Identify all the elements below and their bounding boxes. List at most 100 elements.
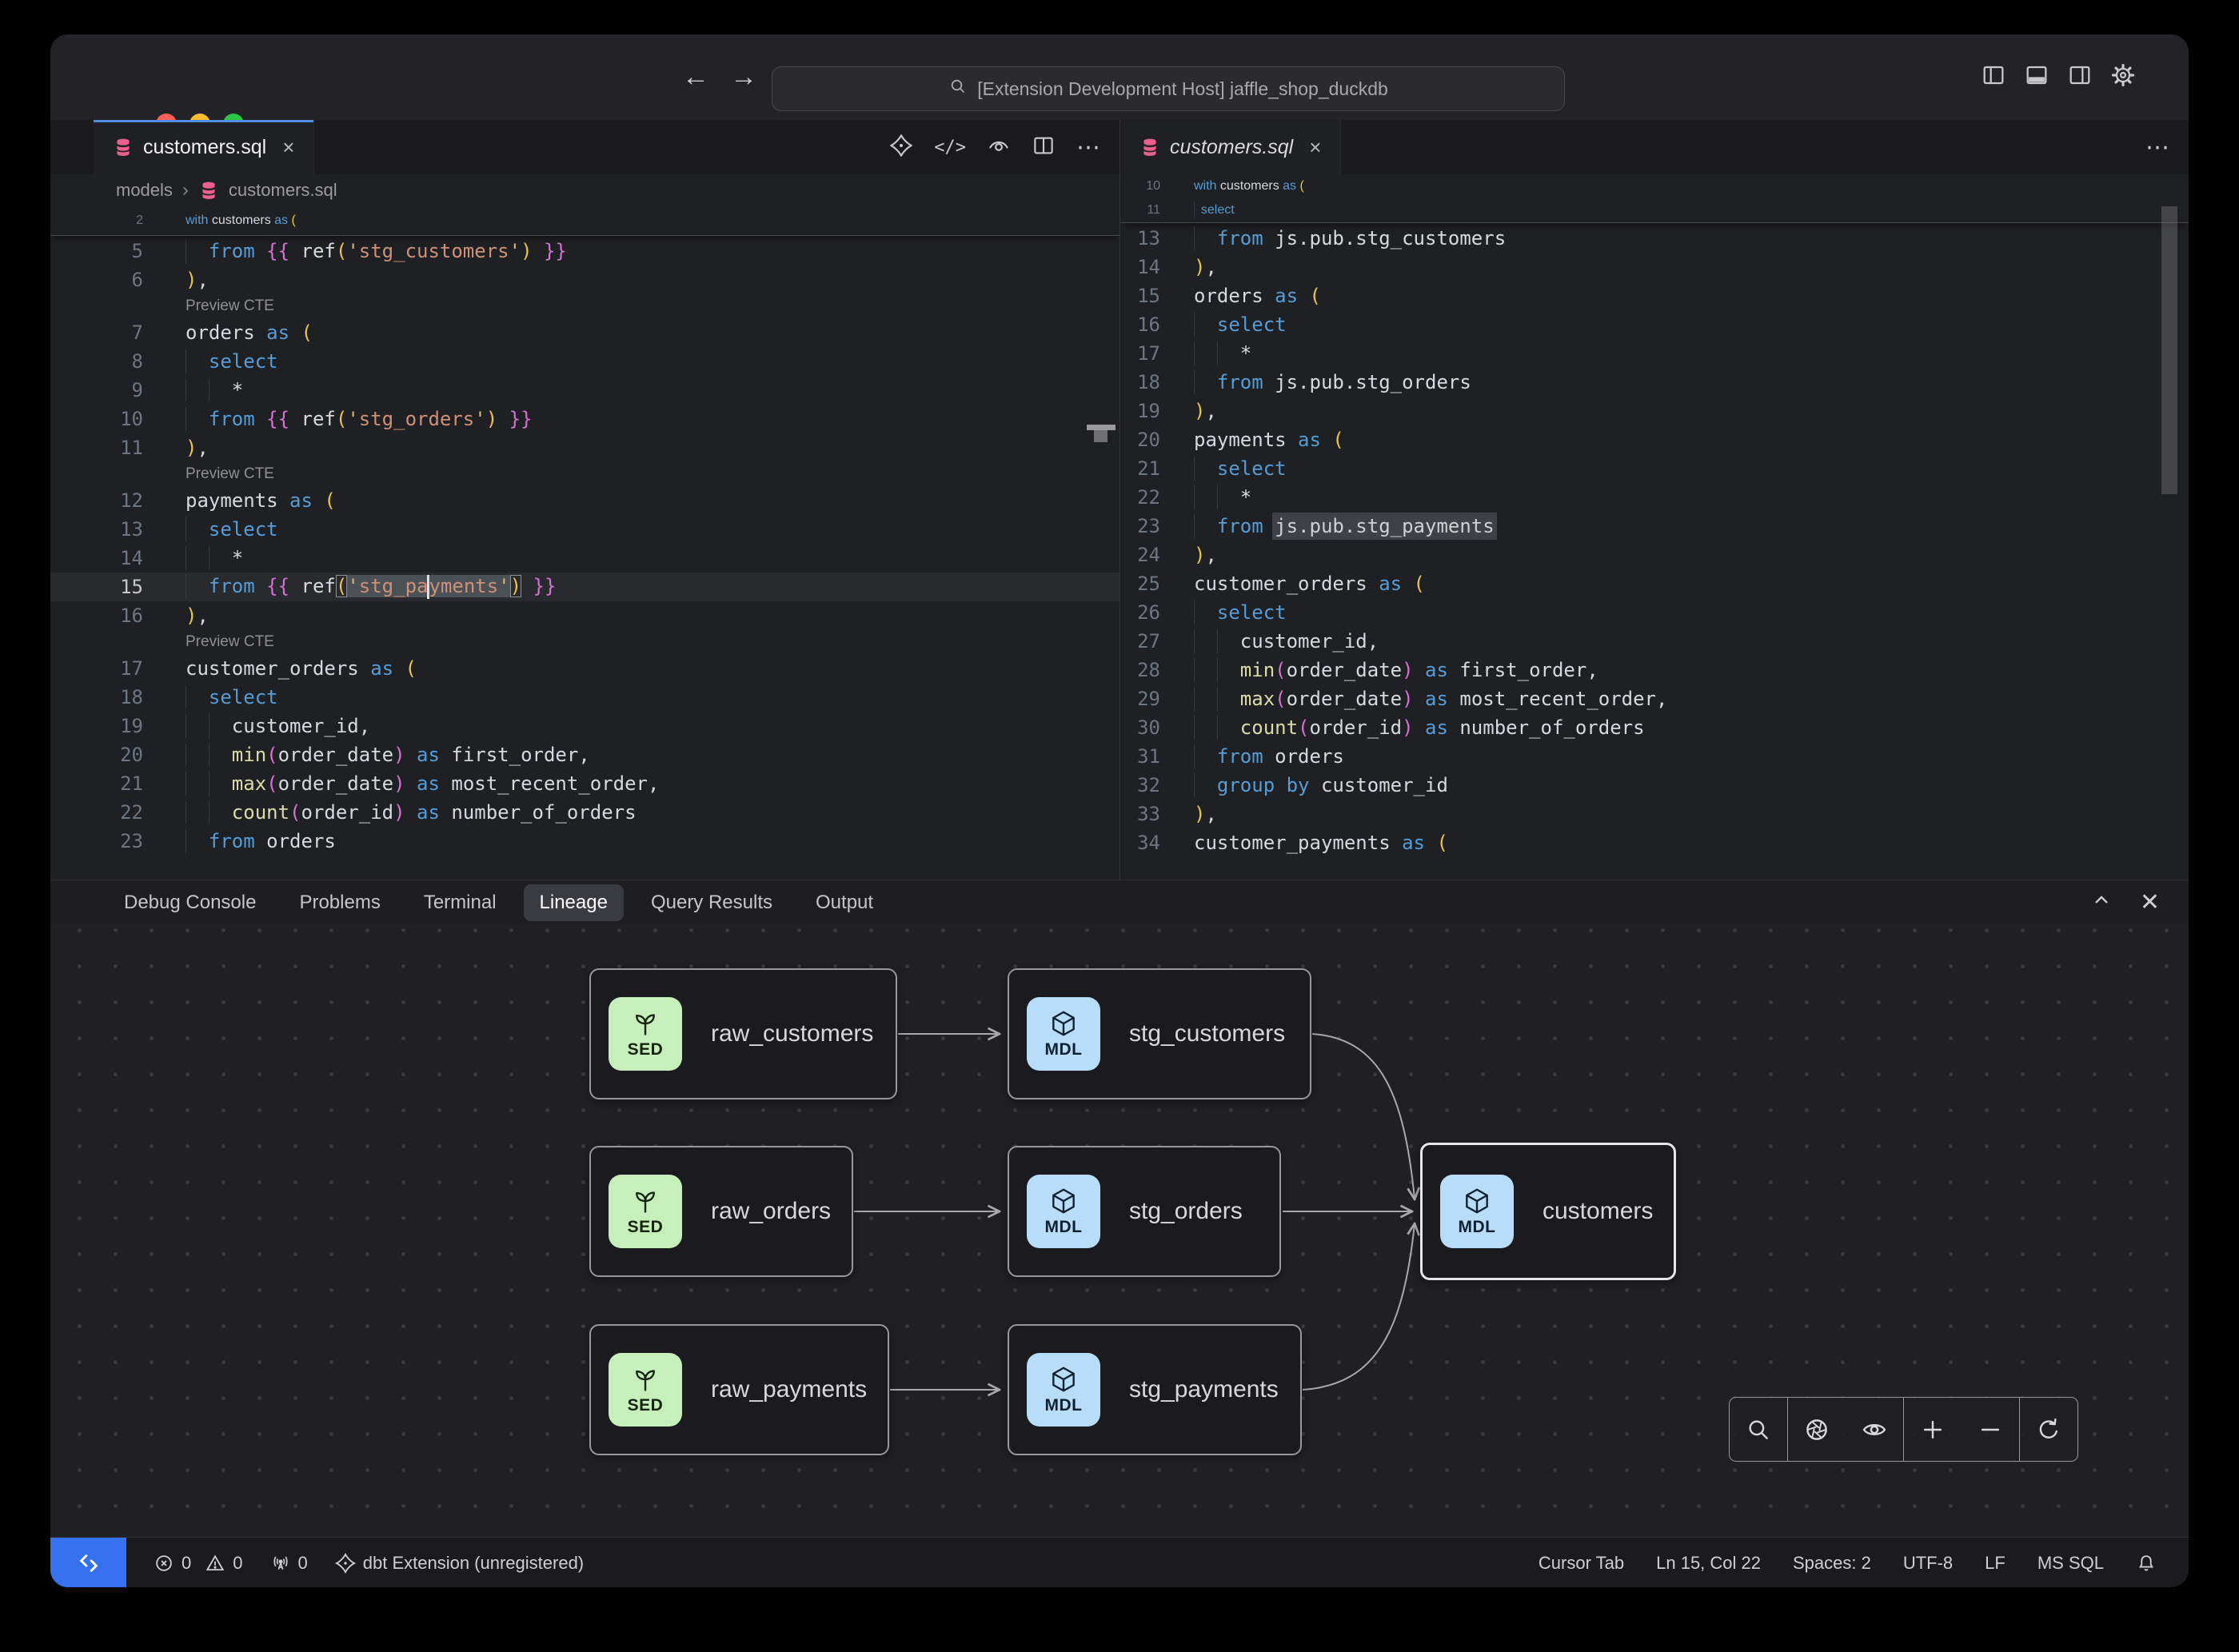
search-button[interactable] [1730, 1399, 1787, 1460]
split-editor-icon[interactable] [1032, 134, 1056, 162]
code-line[interactable]: 34customer_payments as ( [1120, 828, 2189, 857]
code-line[interactable]: 16 select [1120, 310, 2189, 339]
code-line[interactable]: 19 customer_id, [50, 712, 1120, 740]
code-line[interactable]: 17 * [1120, 339, 2189, 368]
ports-status[interactable]: 0 [270, 1553, 308, 1574]
indentation-status[interactable]: Spaces: 2 [1793, 1553, 1871, 1574]
code-line[interactable]: 14), [1120, 253, 2189, 281]
panel-tab-lineage[interactable]: Lineage [524, 884, 624, 921]
code-line[interactable]: 22 * [1120, 483, 2189, 512]
layout-panel-bottom-icon[interactable] [2024, 62, 2049, 92]
code-line[interactable]: 19), [1120, 397, 2189, 425]
preview-eye-icon[interactable] [987, 134, 1011, 162]
code-line[interactable]: 29 max(order_date) as most_recent_order, [1120, 684, 2189, 713]
close-tab-icon[interactable]: × [282, 135, 294, 160]
toggle-visibility-button[interactable] [1846, 1399, 1903, 1460]
code-line[interactable]: 15 from {{ ref('stg_payments') }} [50, 573, 1120, 601]
code-line[interactable]: 5 from {{ ref('stg_customers') }} [50, 237, 1120, 265]
code-line[interactable]: 8 select [50, 347, 1120, 376]
command-center[interactable]: [Extension Development Host] jaffle_shop… [772, 66, 1565, 111]
dbt-extension-status[interactable]: dbt Extension (unregistered) [335, 1553, 584, 1574]
cursor-position-status[interactable]: Ln 15, Col 22 [1656, 1553, 1761, 1574]
sticky-scroll[interactable]: 10with customers as (11 select [1120, 174, 2189, 223]
code-line[interactable]: 17customer_orders as ( [50, 654, 1120, 683]
code-line[interactable]: 20payments as ( [1120, 425, 2189, 454]
code-editor[interactable]: 13 from js.pub.stg_customers14),15orders… [1120, 224, 2189, 857]
code-line[interactable]: 31 from orders [1120, 742, 2189, 771]
forward-button[interactable]: → [730, 62, 757, 93]
code-line[interactable]: 9 * [50, 376, 1120, 405]
code-line[interactable]: 6), [50, 265, 1120, 294]
codelens-link[interactable]: Preview CTE [50, 294, 1120, 318]
code-line[interactable]: 21 select [1120, 454, 2189, 483]
breadcrumb-file[interactable]: customers.sql [229, 180, 337, 201]
maximize-panel-icon[interactable] [2090, 889, 2113, 916]
sticky-scroll[interactable]: 2with customers as ( [50, 206, 1120, 236]
notifications-bell-icon[interactable] [2136, 1553, 2157, 1574]
codelens-link[interactable]: Preview CTE [50, 630, 1120, 654]
code-line[interactable]: 23 from js.pub.stg_payments [1120, 512, 2189, 541]
code-line[interactable]: 27 customer_id, [1120, 627, 2189, 656]
eol-status[interactable]: LF [1985, 1553, 2006, 1574]
code-icon[interactable]: </> [934, 138, 966, 158]
code-line[interactable]: 18 select [50, 683, 1120, 712]
settings-gear-icon[interactable] [2110, 62, 2136, 92]
code-line[interactable]: 28 min(order_date) as first_order, [1120, 656, 2189, 684]
encoding-status[interactable]: UTF-8 [1903, 1553, 1953, 1574]
code-line[interactable]: 15orders as ( [1120, 281, 2189, 310]
code-line[interactable]: 10with customers as ( [1120, 174, 2189, 198]
cursor-tab-status[interactable]: Cursor Tab [1539, 1553, 1624, 1574]
codelens-link[interactable]: Preview CTE [50, 462, 1120, 486]
lineage-node-raw_customers[interactable]: SEDraw_customers [589, 968, 897, 1099]
code-line[interactable]: 7orders as ( [50, 318, 1120, 347]
code-line[interactable]: 13 from js.pub.stg_customers [1120, 224, 2189, 253]
code-line[interactable]: 12payments as ( [50, 486, 1120, 515]
code-line[interactable]: 24), [1120, 541, 2189, 569]
code-line[interactable]: 21 max(order_date) as most_recent_order, [50, 769, 1120, 798]
lineage-node-raw_payments[interactable]: SEDraw_payments [589, 1324, 889, 1455]
lineage-node-raw_orders[interactable]: SEDraw_orders [589, 1146, 853, 1277]
tab-customers-sql[interactable]: customers.sql × [94, 120, 314, 174]
problems-status[interactable]: 0 0 [154, 1553, 243, 1574]
code-line[interactable]: 10 from {{ ref('stg_orders') }} [50, 405, 1120, 433]
zoom-out-button[interactable] [1962, 1399, 2019, 1460]
lineage-node-stg_orders[interactable]: MDLstg_orders [1008, 1146, 1281, 1277]
dbt-icon[interactable] [889, 134, 913, 162]
panel-tab-terminal[interactable]: Terminal [408, 884, 513, 921]
code-line[interactable]: 22 count(order_id) as number_of_orders [50, 798, 1120, 827]
code-line[interactable]: 13 select [50, 515, 1120, 544]
layout-sidebar-left-icon[interactable] [1981, 62, 2006, 92]
snapshot-button[interactable] [1788, 1399, 1846, 1460]
code-line[interactable]: 14 * [50, 544, 1120, 573]
more-icon[interactable]: ⋯ [1076, 134, 1102, 162]
code-line[interactable]: 33), [1120, 800, 2189, 828]
lineage-canvas[interactable]: SEDraw_customers MDLstg_customers SEDraw_o… [50, 924, 2189, 1538]
code-line[interactable]: 16), [50, 601, 1120, 630]
close-tab-icon[interactable]: × [1309, 135, 1321, 160]
code-line[interactable]: 11 select [1120, 198, 2189, 222]
reset-view-button[interactable] [2020, 1399, 2077, 1460]
code-line[interactable]: 26 select [1120, 598, 2189, 627]
scrollbar-thumb[interactable] [2161, 206, 2177, 494]
code-line[interactable]: 30 count(order_id) as number_of_orders [1120, 713, 2189, 742]
code-line[interactable]: 32 group by customer_id [1120, 771, 2189, 800]
zoom-in-button[interactable] [1904, 1399, 1962, 1460]
more-icon[interactable]: ⋯ [2145, 134, 2171, 162]
panel-tab-problems[interactable]: Problems [283, 884, 396, 921]
tab-customers-sql-compiled[interactable]: customers.sql × [1120, 120, 1341, 174]
code-line[interactable]: 2with customers as ( [50, 206, 1120, 235]
back-button[interactable]: ← [682, 62, 709, 93]
remote-indicator[interactable] [50, 1538, 126, 1587]
code-line[interactable]: 11), [50, 433, 1120, 462]
panel-tab-query-results[interactable]: Query Results [635, 884, 788, 921]
lineage-node-customers[interactable]: MDLcustomers [1420, 1143, 1676, 1280]
close-panel-icon[interactable]: ✕ [2140, 888, 2160, 916]
panel-tab-debug-console[interactable]: Debug Console [108, 884, 272, 921]
layout-sidebar-right-icon[interactable] [2067, 62, 2093, 92]
lineage-node-stg_customers[interactable]: MDLstg_customers [1008, 968, 1311, 1099]
code-line[interactable]: 23 from orders [50, 827, 1120, 856]
code-line[interactable]: 20 min(order_date) as first_order, [50, 740, 1120, 769]
breadcrumb-folder[interactable]: models [116, 180, 173, 201]
code-line[interactable]: 25customer_orders as ( [1120, 569, 2189, 598]
code-line[interactable]: 18 from js.pub.stg_orders [1120, 368, 2189, 397]
